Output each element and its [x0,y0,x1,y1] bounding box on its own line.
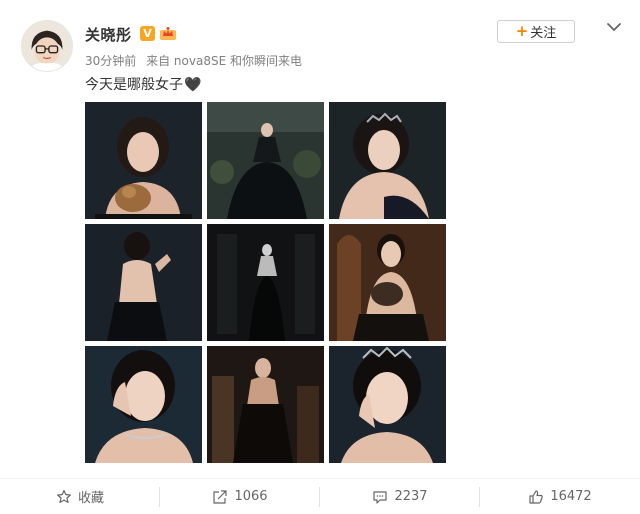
like-count: 16472 [550,489,592,504]
follow-label: 关注 [530,26,557,41]
favorite-label: 收藏 [77,491,104,506]
username[interactable]: 关晓彤 [85,24,132,45]
repost-count: 1066 [234,489,268,504]
photo-hand-on-face-closeup[interactable] [85,346,202,463]
photo-grid [85,102,447,464]
photo-portrait-with-tiara[interactable] [329,102,446,219]
share-icon [213,489,228,504]
action-bar: 收藏 1066 2237 16472 [0,478,640,514]
verified-badge[interactable]: V [140,25,155,41]
post-text-body: 今天是哪般女子 [85,77,183,93]
photo-standing-dark-room[interactable] [207,346,324,463]
user-badges: V [140,25,177,41]
like-button[interactable]: 16472 [480,479,640,514]
weibo-post: 关晓彤 V 30分钟前 来自 nova8SE 和你瞬间来电 + 关注 今天是哪般… [0,0,640,514]
post-text: 今天是哪般女子🖤 [85,74,201,94]
favorite-button[interactable]: 收藏 [0,479,160,514]
photo-dark-hallway-figure[interactable] [207,224,324,341]
comment-icon [373,490,388,504]
photo-back-view-black-dress[interactable] [85,224,202,341]
photo-portrait-with-cat[interactable] [85,102,202,219]
post-meta: 30分钟前 来自 nova8SE 和你瞬间来电 [85,52,302,69]
black-heart-emoji: 🖤 [184,77,202,93]
thumbs-up-icon [529,489,544,504]
photo-tiara-closeup[interactable] [329,346,446,463]
post-time[interactable]: 30分钟前 [85,54,136,68]
repost-button[interactable]: 1066 [160,479,320,514]
photo-sitting-in-black-gown[interactable] [207,102,324,219]
avatar[interactable] [21,20,73,72]
follow-button[interactable]: + 关注 [497,20,575,43]
star-icon [57,489,71,503]
comment-count: 2237 [394,489,428,504]
crown-icon[interactable] [159,25,177,41]
post-source: 来自 nova8SE 和你瞬间来电 [146,54,302,68]
photo-holding-cat-throne[interactable] [329,224,446,341]
plus-icon: + [515,22,529,40]
chevron-down-icon[interactable] [606,20,622,34]
comment-button[interactable]: 2237 [320,479,480,514]
